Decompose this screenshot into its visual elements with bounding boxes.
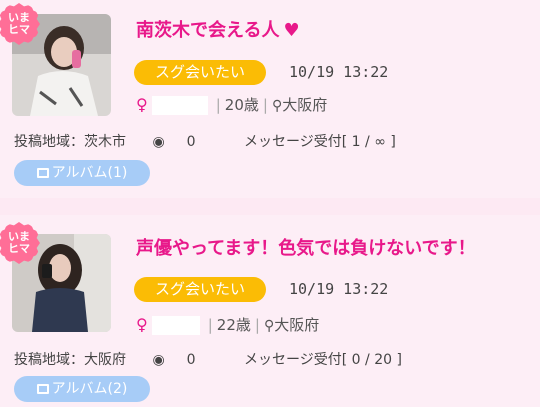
profile-meta-1: ♀ | 20歳 | ⚲大阪府 bbox=[136, 95, 328, 115]
location-text: 大阪府 bbox=[274, 316, 320, 334]
view-count: ◉ 0 bbox=[152, 352, 196, 368]
message-label: メッセージ受付[ 0 / 20 ] bbox=[244, 352, 402, 368]
message-label: メッセージ受付[ 1 / ∞ ] bbox=[244, 134, 396, 150]
location-pin-icon: ⚲ bbox=[263, 318, 275, 334]
area-label: 投稿地域：茨木市 bbox=[14, 134, 126, 150]
female-icon: ♀ bbox=[136, 315, 148, 334]
location-pin-icon: ⚲ bbox=[271, 98, 283, 114]
post-info-1: 投稿地域：茨木市 ◉ 0 メッセージ受付[ 1 / ∞ ] bbox=[14, 131, 396, 151]
post-title-2[interactable]: 声優やってます！色気では負けないです！ bbox=[136, 234, 476, 260]
female-icon: ♀ bbox=[136, 95, 148, 114]
age-text: 20歳 bbox=[224, 96, 259, 114]
location-text: 大阪府 bbox=[282, 96, 328, 114]
area-label: 投稿地域：大阪府 bbox=[14, 352, 126, 368]
name-redacted bbox=[151, 316, 200, 335]
image-icon bbox=[36, 384, 49, 394]
name-redacted bbox=[151, 96, 208, 115]
album-button-1[interactable]: アルバム(1) bbox=[14, 160, 150, 186]
status-pill-2: スグ会いたい bbox=[134, 277, 266, 302]
heart-icon: ♥ bbox=[283, 20, 300, 41]
view-count: ◉ 0 bbox=[152, 134, 196, 150]
eye-icon: ◉ bbox=[152, 134, 165, 150]
post-info-2: 投稿地域：大阪府 ◉ 0 メッセージ受付[ 0 / 20 ] bbox=[14, 349, 402, 369]
eye-icon: ◉ bbox=[152, 352, 165, 368]
status-pill-1: スグ会いたい bbox=[134, 60, 266, 85]
profile-meta-2: ♀ | 22歳 | ⚲大阪府 bbox=[136, 315, 320, 335]
post-datetime-2: 10/19 13:22 bbox=[289, 280, 389, 298]
post-datetime-1: 10/19 13:22 bbox=[289, 63, 389, 81]
album-button-2[interactable]: アルバム(2) bbox=[14, 376, 150, 402]
age-text: 22歳 bbox=[216, 316, 251, 334]
post-title-1[interactable]: 南茨木で会える人 ♥ bbox=[136, 16, 300, 42]
image-icon bbox=[36, 168, 49, 178]
